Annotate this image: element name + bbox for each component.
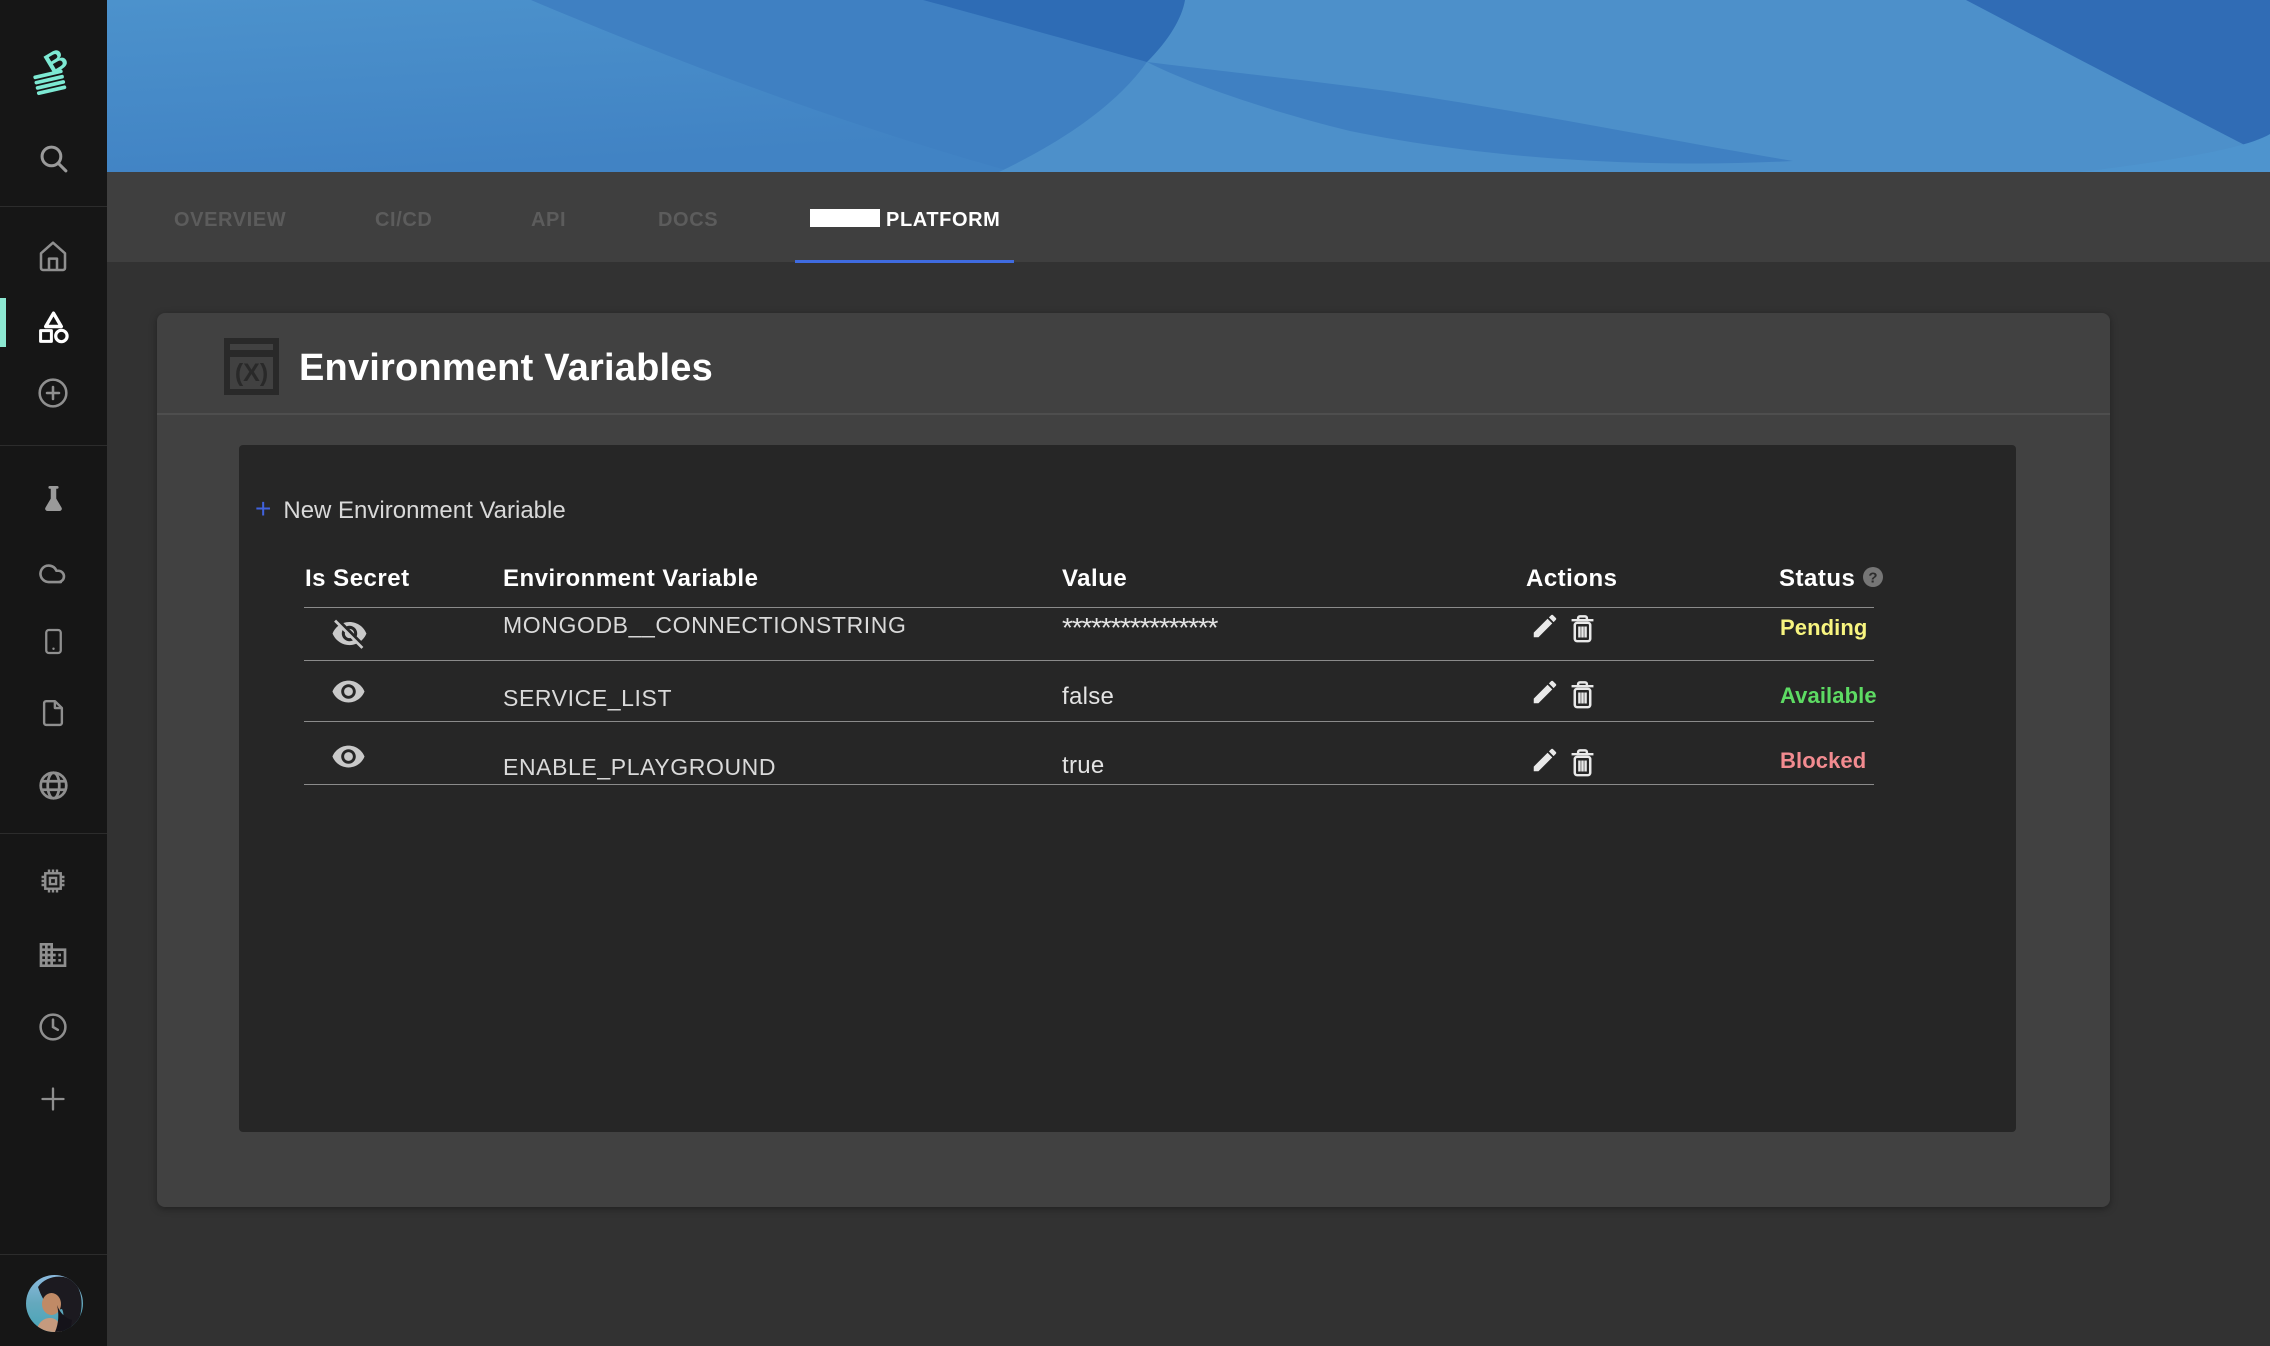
svg-text:?: ? xyxy=(1868,570,1877,587)
svg-text:(X): (X) xyxy=(235,359,268,387)
